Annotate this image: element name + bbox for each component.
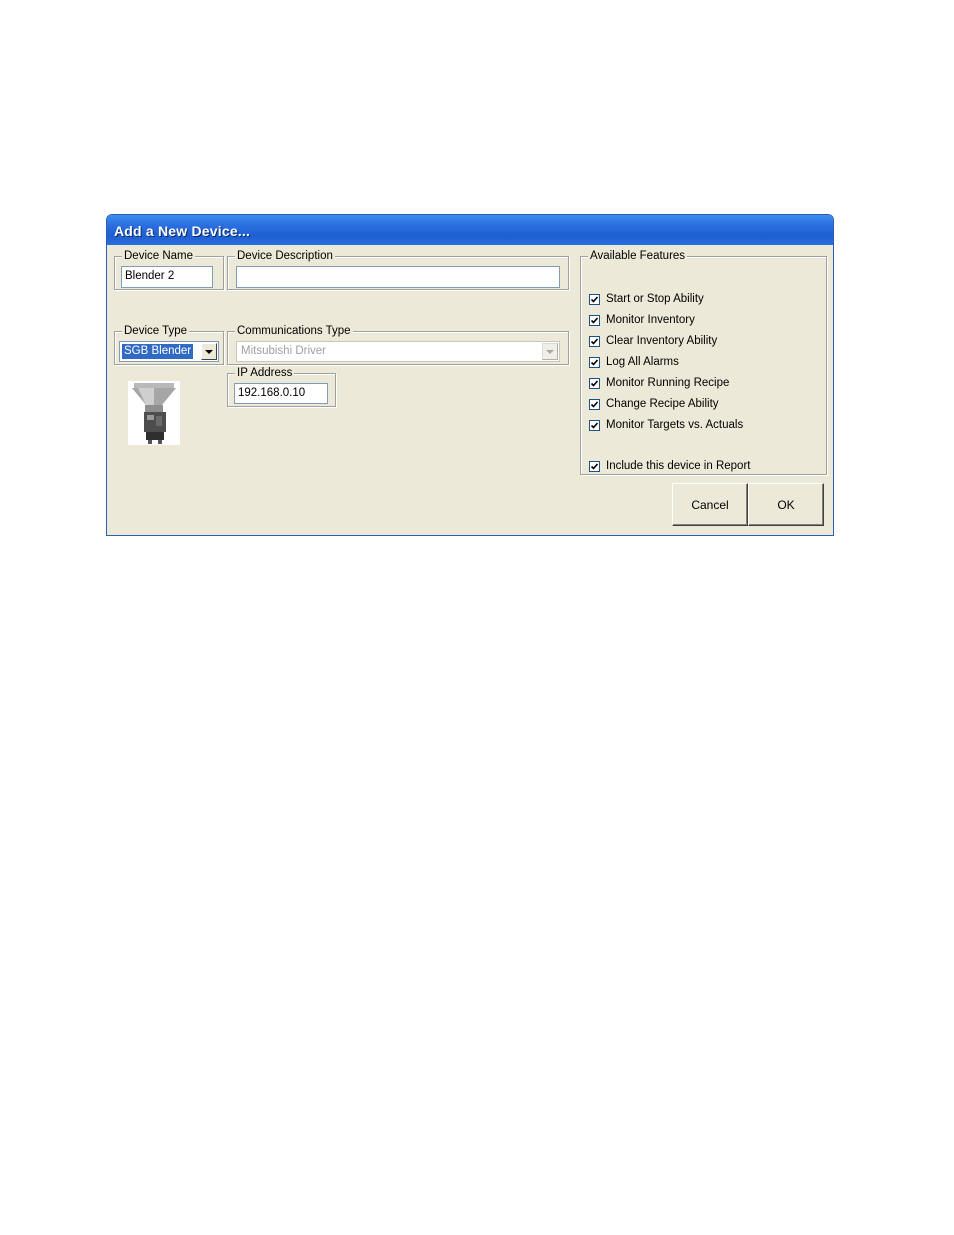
checkmark-icon [590, 316, 599, 324]
checkmark-icon [590, 462, 599, 470]
feature-monitor-targets[interactable]: Monitor Targets vs. Actuals [589, 418, 743, 432]
feature-label: Monitor Inventory [606, 314, 695, 326]
communications-type-label: Communications Type [235, 324, 353, 338]
feature-log-alarms[interactable]: Log All Alarms [589, 355, 679, 369]
device-description-input[interactable] [236, 266, 560, 288]
checkbox[interactable] [589, 356, 600, 368]
include-in-report-label: Include this device in Report [606, 460, 751, 472]
device-name-label: Device Name [122, 249, 196, 263]
checkbox[interactable] [589, 293, 600, 305]
feature-clear-inventory[interactable]: Clear Inventory Ability [589, 334, 717, 348]
feature-change-recipe[interactable]: Change Recipe Ability [589, 397, 719, 411]
communications-type-select[interactable]: Mitsubishi Driver [236, 341, 560, 362]
dialog-client-area: Device Name Blender 2 Device Description… [110, 245, 830, 532]
ok-button[interactable]: OK [748, 483, 824, 526]
blender-icon [128, 381, 180, 445]
include-in-report[interactable]: Include this device in Report [589, 459, 750, 473]
feature-label: Monitor Targets vs. Actuals [606, 419, 744, 431]
device-type-value: SGB Blender [122, 344, 194, 359]
ip-address-group: IP Address 192.168.0.10 [227, 366, 336, 407]
device-type-group: Device Type SGB Blender [114, 324, 224, 365]
device-description-label: Device Description [235, 249, 335, 263]
chevron-down-icon [205, 349, 213, 354]
checkmark-icon [590, 358, 599, 366]
communications-type-group: Communications Type Mitsubishi Driver [227, 324, 569, 365]
checkmark-icon [590, 400, 599, 408]
checkbox[interactable] [589, 377, 600, 389]
feature-monitor-running-recipe[interactable]: Monitor Running Recipe [589, 376, 729, 390]
feature-label: Change Recipe Ability [606, 398, 719, 410]
checkmark-icon [590, 379, 599, 387]
checkbox[interactable] [589, 335, 600, 347]
device-name-group: Device Name Blender 2 [114, 249, 224, 290]
communications-type-dropdown-button[interactable] [542, 343, 558, 360]
checkbox[interactable] [589, 419, 600, 431]
add-device-dialog: Add a New Device... Device Name Blender … [106, 214, 834, 536]
checkmark-icon [590, 337, 599, 345]
device-type-label: Device Type [122, 324, 190, 338]
checkmark-icon [590, 295, 599, 303]
checkbox[interactable] [589, 314, 600, 326]
checkmark-icon [590, 421, 599, 429]
feature-label: Monitor Running Recipe [606, 377, 730, 389]
checkbox[interactable] [589, 398, 600, 410]
chevron-down-icon [546, 349, 554, 354]
device-description-group: Device Description [227, 249, 569, 290]
title-bar[interactable]: Add a New Device... [107, 215, 833, 245]
ip-address-input[interactable]: 192.168.0.10 [234, 383, 328, 404]
checkbox[interactable] [589, 460, 600, 472]
available-features-label: Available Features [588, 249, 688, 263]
available-features-group: Available Features Start or Stop Ability… [580, 249, 827, 475]
feature-monitor-inventory[interactable]: Monitor Inventory [589, 313, 695, 327]
feature-label: Clear Inventory Ability [606, 335, 718, 347]
cancel-button[interactable]: Cancel [672, 483, 748, 526]
feature-label: Log All Alarms [606, 356, 679, 368]
feature-label: Start or Stop Ability [606, 293, 704, 305]
communications-type-value: Mitsubishi Driver [241, 345, 326, 357]
feature-start-stop[interactable]: Start or Stop Ability [589, 292, 704, 306]
device-name-input[interactable]: Blender 2 [121, 266, 213, 288]
device-type-dropdown-button[interactable] [201, 343, 217, 360]
window-title: Add a New Device... [114, 223, 251, 239]
device-type-select[interactable]: SGB Blender [119, 341, 219, 362]
ip-address-label: IP Address [235, 366, 295, 380]
